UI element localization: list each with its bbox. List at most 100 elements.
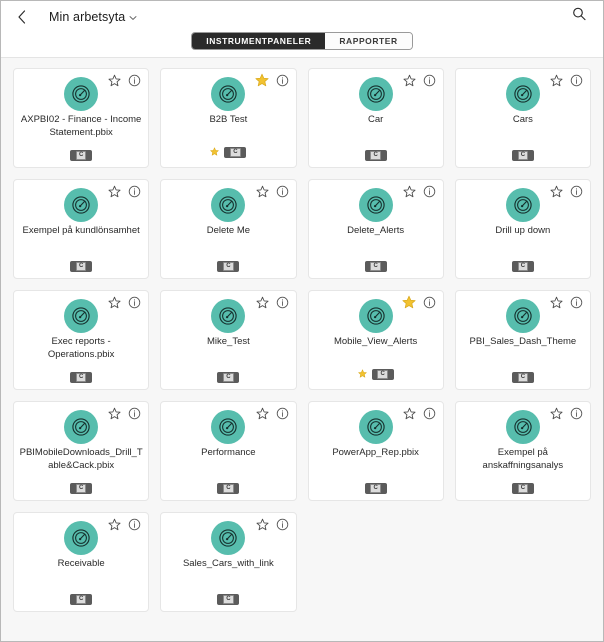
dashboard-gauge-icon [358,77,393,111]
card-header [14,513,148,557]
tab-rapporter[interactable]: RAPPORTER [325,33,412,49]
dashboard-card-15[interactable]: Exempel på anskaffningsanalys C [454,401,591,501]
info-button[interactable] [423,296,436,314]
card-footer: C [161,143,295,161]
tab-group: INSTRUMENTPANELER RAPPORTER [191,32,413,50]
info-button[interactable] [570,185,583,200]
dashboard-card-3[interactable]: Cars C [454,68,591,168]
tab-instrumentpaneler[interactable]: INSTRUMENTPANELER [192,33,326,49]
favorite-star-button[interactable] [255,518,269,533]
star-outline-icon [403,407,416,425]
favorite-star-button[interactable] [550,74,563,92]
card-footer: C [14,261,148,272]
star-outline-icon [108,185,121,203]
favorite-star-button[interactable] [108,185,121,203]
dashboard-card-2[interactable]: Car C [307,68,444,168]
card-title: Exec reports - Operations.pbix [47,336,115,360]
favorite-star-button[interactable] [402,295,416,311]
dashboard-gauge-icon [211,299,246,333]
favorite-star-button[interactable] [108,518,121,533]
content-badge: C [511,261,534,272]
favorite-star-button[interactable] [403,74,416,89]
dashboard-card-9[interactable]: Mike_Test C [160,290,297,390]
info-circle-icon [423,185,436,203]
favorite-star-button[interactable] [108,296,121,311]
content-badge-label: C [75,262,87,271]
info-button[interactable] [570,407,583,422]
dashboard-card-1[interactable]: B2B Test C [160,68,297,168]
card-actions [403,407,436,425]
card-actions [550,74,583,92]
content-area: AXPBI02 - Finance - Income Statement.pbi… [1,57,603,641]
dashboard-card-12[interactable]: PBIMobileDownloads_Drill_Table&Cack.pbix… [13,401,150,501]
content-badge-label: C [517,373,529,382]
dashboard-card-6[interactable]: Delete_Alerts C [307,179,444,279]
info-circle-icon [423,296,436,314]
dashboard-card-5[interactable]: Delete Me C [160,179,297,279]
card-title: Cars [512,114,533,125]
card-title: Mike_Test [206,336,250,347]
info-button[interactable] [276,407,289,422]
dashboard-card-10[interactable]: Mobile_View_Alerts C [307,290,444,390]
favorite-star-button[interactable] [550,296,563,311]
dashboard-card-11[interactable]: PBI_Sales_Dash_Theme C [454,290,591,390]
favorite-star-button[interactable] [255,407,269,425]
info-button[interactable] [276,185,289,200]
content-badge-label: C [370,484,381,493]
favorite-star-button[interactable] [108,74,121,89]
info-button[interactable] [128,518,141,533]
star-outline-icon [255,185,269,203]
tab-bar: INSTRUMENTPANELER RAPPORTER [1,32,603,57]
favorite-star-button[interactable] [550,407,563,422]
dashboard-gauge-icon [64,77,99,111]
content-badge: C [217,372,240,383]
dashboard-card-14[interactable]: PowerApp_Rep.pbix C [307,401,444,501]
back-button[interactable] [11,6,33,28]
info-button[interactable] [276,296,289,311]
card-title: Sales_Cars_with_link [182,558,274,569]
dashboard-gauge-icon [358,410,393,444]
info-button[interactable] [276,74,289,92]
info-circle-icon [276,74,289,92]
star-outline-icon [255,407,269,425]
info-button[interactable] [423,74,436,89]
content-badge: C [364,483,387,494]
favorite-star-button[interactable] [108,407,121,422]
info-button[interactable] [570,74,583,89]
dashboard-card-13[interactable]: Performance C [160,401,297,501]
info-button[interactable] [423,407,436,422]
favorite-star-button[interactable] [255,296,269,311]
card-footer: C [14,150,148,161]
workspace-app: Min arbetsyta INSTRUMENTPANELER RAPPORTE… [0,0,604,642]
info-button[interactable] [128,407,141,422]
dashboard-card-4[interactable]: Exempel på kundlönsamhet C [13,179,150,279]
favorite-star-button[interactable] [403,185,416,200]
dashboard-card-7[interactable]: Drill up down C [454,179,591,279]
favorite-star-button[interactable] [255,185,269,203]
info-button[interactable] [423,185,436,203]
info-button[interactable] [128,296,141,311]
dashboard-card-0[interactable]: AXPBI02 - Finance - Income Statement.pbi… [13,68,150,168]
card-actions [550,185,583,200]
workspace-selector[interactable]: Min arbetsyta [49,8,137,26]
card-footer: C [456,261,590,272]
content-badge: C [70,261,93,272]
search-button[interactable] [567,5,591,29]
content-badge: C [70,594,93,605]
favorite-star-button[interactable] [255,73,269,89]
card-footer: C [14,372,148,383]
favorite-star-button[interactable] [550,185,563,200]
dashboard-card-16[interactable]: Receivable C [13,512,150,612]
star-outline-icon [550,74,563,92]
favorite-star-button[interactable] [403,407,416,425]
content-badge-label: C [223,262,234,271]
info-button[interactable] [128,74,141,89]
dashboard-card-17[interactable]: Sales_Cars_with_link C [160,512,297,612]
info-button[interactable] [128,185,141,200]
dashboard-card-8[interactable]: Exec reports - Operations.pbix C [13,290,150,390]
card-footer: C [14,483,148,494]
dashboard-gauge-icon [64,521,99,555]
info-button[interactable] [276,518,289,533]
card-footer: C [161,594,295,605]
info-button[interactable] [570,296,583,311]
